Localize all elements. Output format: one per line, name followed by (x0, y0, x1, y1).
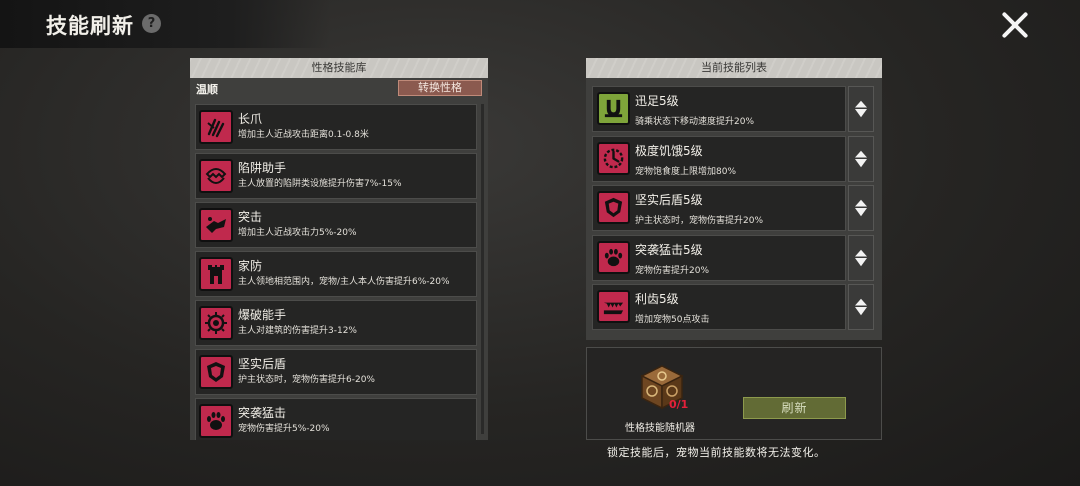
shield-icon (199, 355, 233, 389)
skill-name: 陷阱助手 (238, 161, 287, 175)
hunger-gauge-icon (597, 141, 630, 175)
item-count: 0/1 (669, 398, 689, 411)
current-skill-item: 极度饥饿5级 宠物饱食度上限增加80% (592, 135, 874, 182)
current-panel-title: 当前技能列表 (586, 58, 882, 78)
question-icon[interactable]: ? (142, 14, 161, 33)
skill-name: 利齿5级 (635, 292, 679, 306)
skill-name: 迅足5级 (635, 94, 679, 108)
skill-desc: 护主状态时，宠物伤害提升20% (635, 216, 764, 226)
skill-name: 坚实后盾5级 (635, 193, 703, 207)
skill-desc: 骑乘状态下移动速度提升20% (635, 117, 755, 127)
current-skill-card: 坚实后盾5级 护主状态时，宠物伤害提升20% (592, 185, 846, 231)
lock-toggle-icon[interactable] (848, 234, 874, 281)
library-skill-item: 家防 主人领地相范围内，宠物/主人本人伤害提升6%-20% (195, 251, 477, 297)
skill-desc: 增加宠物50点攻击 (635, 315, 710, 325)
library-panel: 温顺 转换性格 长爪 增加主人近战攻击距离0.1-0.8米 陷阱助手 主人放置的… (190, 78, 488, 440)
library-subheader: 温顺 转换性格 (190, 78, 488, 100)
current-skill-card: 迅足5级 骑乘状态下移动速度提升20% (592, 86, 846, 132)
fang-icon (597, 290, 630, 323)
skill-desc: 主人领地相范围内，宠物/主人本人伤害提升6%-20% (238, 277, 450, 287)
randomizer-item-label: 性格技能随机器 (625, 423, 695, 434)
skill-name: 爆破能手 (238, 308, 287, 322)
personality-label: 温顺 (196, 83, 218, 96)
library-skill-item: 突击 增加主人近战攻击力5%-20% (195, 202, 477, 248)
shield-icon (597, 191, 630, 224)
skill-desc: 宠物伤害提升5%-20% (238, 424, 330, 434)
current-skill-card: 极度饥饿5级 宠物饱食度上限增加80% (592, 135, 846, 182)
skill-name: 突击 (238, 210, 263, 224)
skill-desc: 护主状态时，宠物伤害提升6-20% (238, 375, 375, 385)
current-panel: 迅足5级 骑乘状态下移动速度提升20% 极度饥饿5级 宠物饱食度上限增加80% (586, 78, 882, 340)
library-skill-item: 陷阱助手 主人放置的陷阱类设施提升伤害7%-15% (195, 153, 477, 199)
skill-name: 长爪 (238, 112, 263, 126)
skill-name: 突袭猛击5级 (635, 242, 703, 257)
claw-slash-icon (199, 110, 233, 144)
skill-name: 极度饥饿5级 (635, 143, 703, 158)
page-title: 技能刷新 (46, 14, 134, 38)
close-icon[interactable] (996, 6, 1034, 44)
skill-desc: 宠物饱食度上限增加80% (635, 166, 737, 177)
current-skill-card: 突袭猛击5级 宠物伤害提升20% (592, 234, 846, 281)
current-skill-item: 突袭猛击5级 宠物伤害提升20% (592, 234, 874, 281)
switch-personality-button[interactable]: 转换性格 (398, 80, 482, 96)
library-skill-item: 坚实后盾 护主状态时，宠物伤害提升6-20% (195, 349, 477, 395)
skill-desc: 宠物伤害提升20% (635, 265, 710, 276)
library-skill-item: 爆破能手 主人对建筑的伤害提升3-12% (195, 300, 477, 346)
skill-desc: 主人对建筑的伤害提升3-12% (238, 326, 357, 336)
assault-icon (199, 208, 233, 242)
skill-desc: 主人放置的陷阱类设施提升伤害7%-15% (238, 179, 402, 189)
library-skill-list[interactable]: 长爪 增加主人近战攻击距离0.1-0.8米 陷阱助手 主人放置的陷阱类设施提升伤… (195, 104, 477, 440)
lock-toggle-icon[interactable] (848, 284, 874, 330)
skill-name: 家防 (238, 259, 263, 273)
refresh-button[interactable]: 刷新 (743, 397, 846, 419)
current-skill-item: 迅足5级 骑乘状态下移动速度提升20% (592, 86, 874, 132)
library-panel-title: 性格技能库 (190, 58, 488, 78)
skill-name: 突袭猛击 (238, 406, 287, 420)
skill-desc: 增加主人近战攻击距离0.1-0.8米 (238, 130, 369, 140)
current-skill-card: 利齿5级 增加宠物50点攻击 (592, 284, 846, 330)
library-scrollbar[interactable] (481, 104, 484, 434)
trap-icon (199, 159, 233, 193)
current-skill-item: 利齿5级 增加宠物50点攻击 (592, 284, 874, 330)
paw-icon (199, 404, 233, 438)
lock-notice: 锁定技能后，宠物当前技能数将无法变化。 (607, 446, 826, 459)
horseshoe-icon (597, 92, 630, 125)
library-skill-item: 长爪 增加主人近战攻击距离0.1-0.8米 (195, 104, 477, 150)
skill-name: 坚实后盾 (238, 357, 287, 371)
bomb-icon (199, 306, 233, 340)
skill-desc: 增加主人近战攻击力5%-20% (238, 228, 357, 238)
paw-icon (597, 240, 630, 274)
randomizer-panel: 0/1 性格技能随机器 刷新 (586, 347, 882, 440)
library-skill-item: 突袭猛击 宠物伤害提升5%-20% (195, 398, 477, 440)
current-skill-list: 迅足5级 骑乘状态下移动速度提升20% 极度饥饿5级 宠物饱食度上限增加80% (592, 86, 874, 334)
current-skill-item: 坚实后盾5级 护主状态时，宠物伤害提升20% (592, 185, 874, 231)
tower-icon (199, 257, 233, 291)
lock-toggle-icon[interactable] (848, 185, 874, 231)
lock-toggle-icon[interactable] (848, 86, 874, 132)
lock-toggle-icon[interactable] (848, 135, 874, 182)
